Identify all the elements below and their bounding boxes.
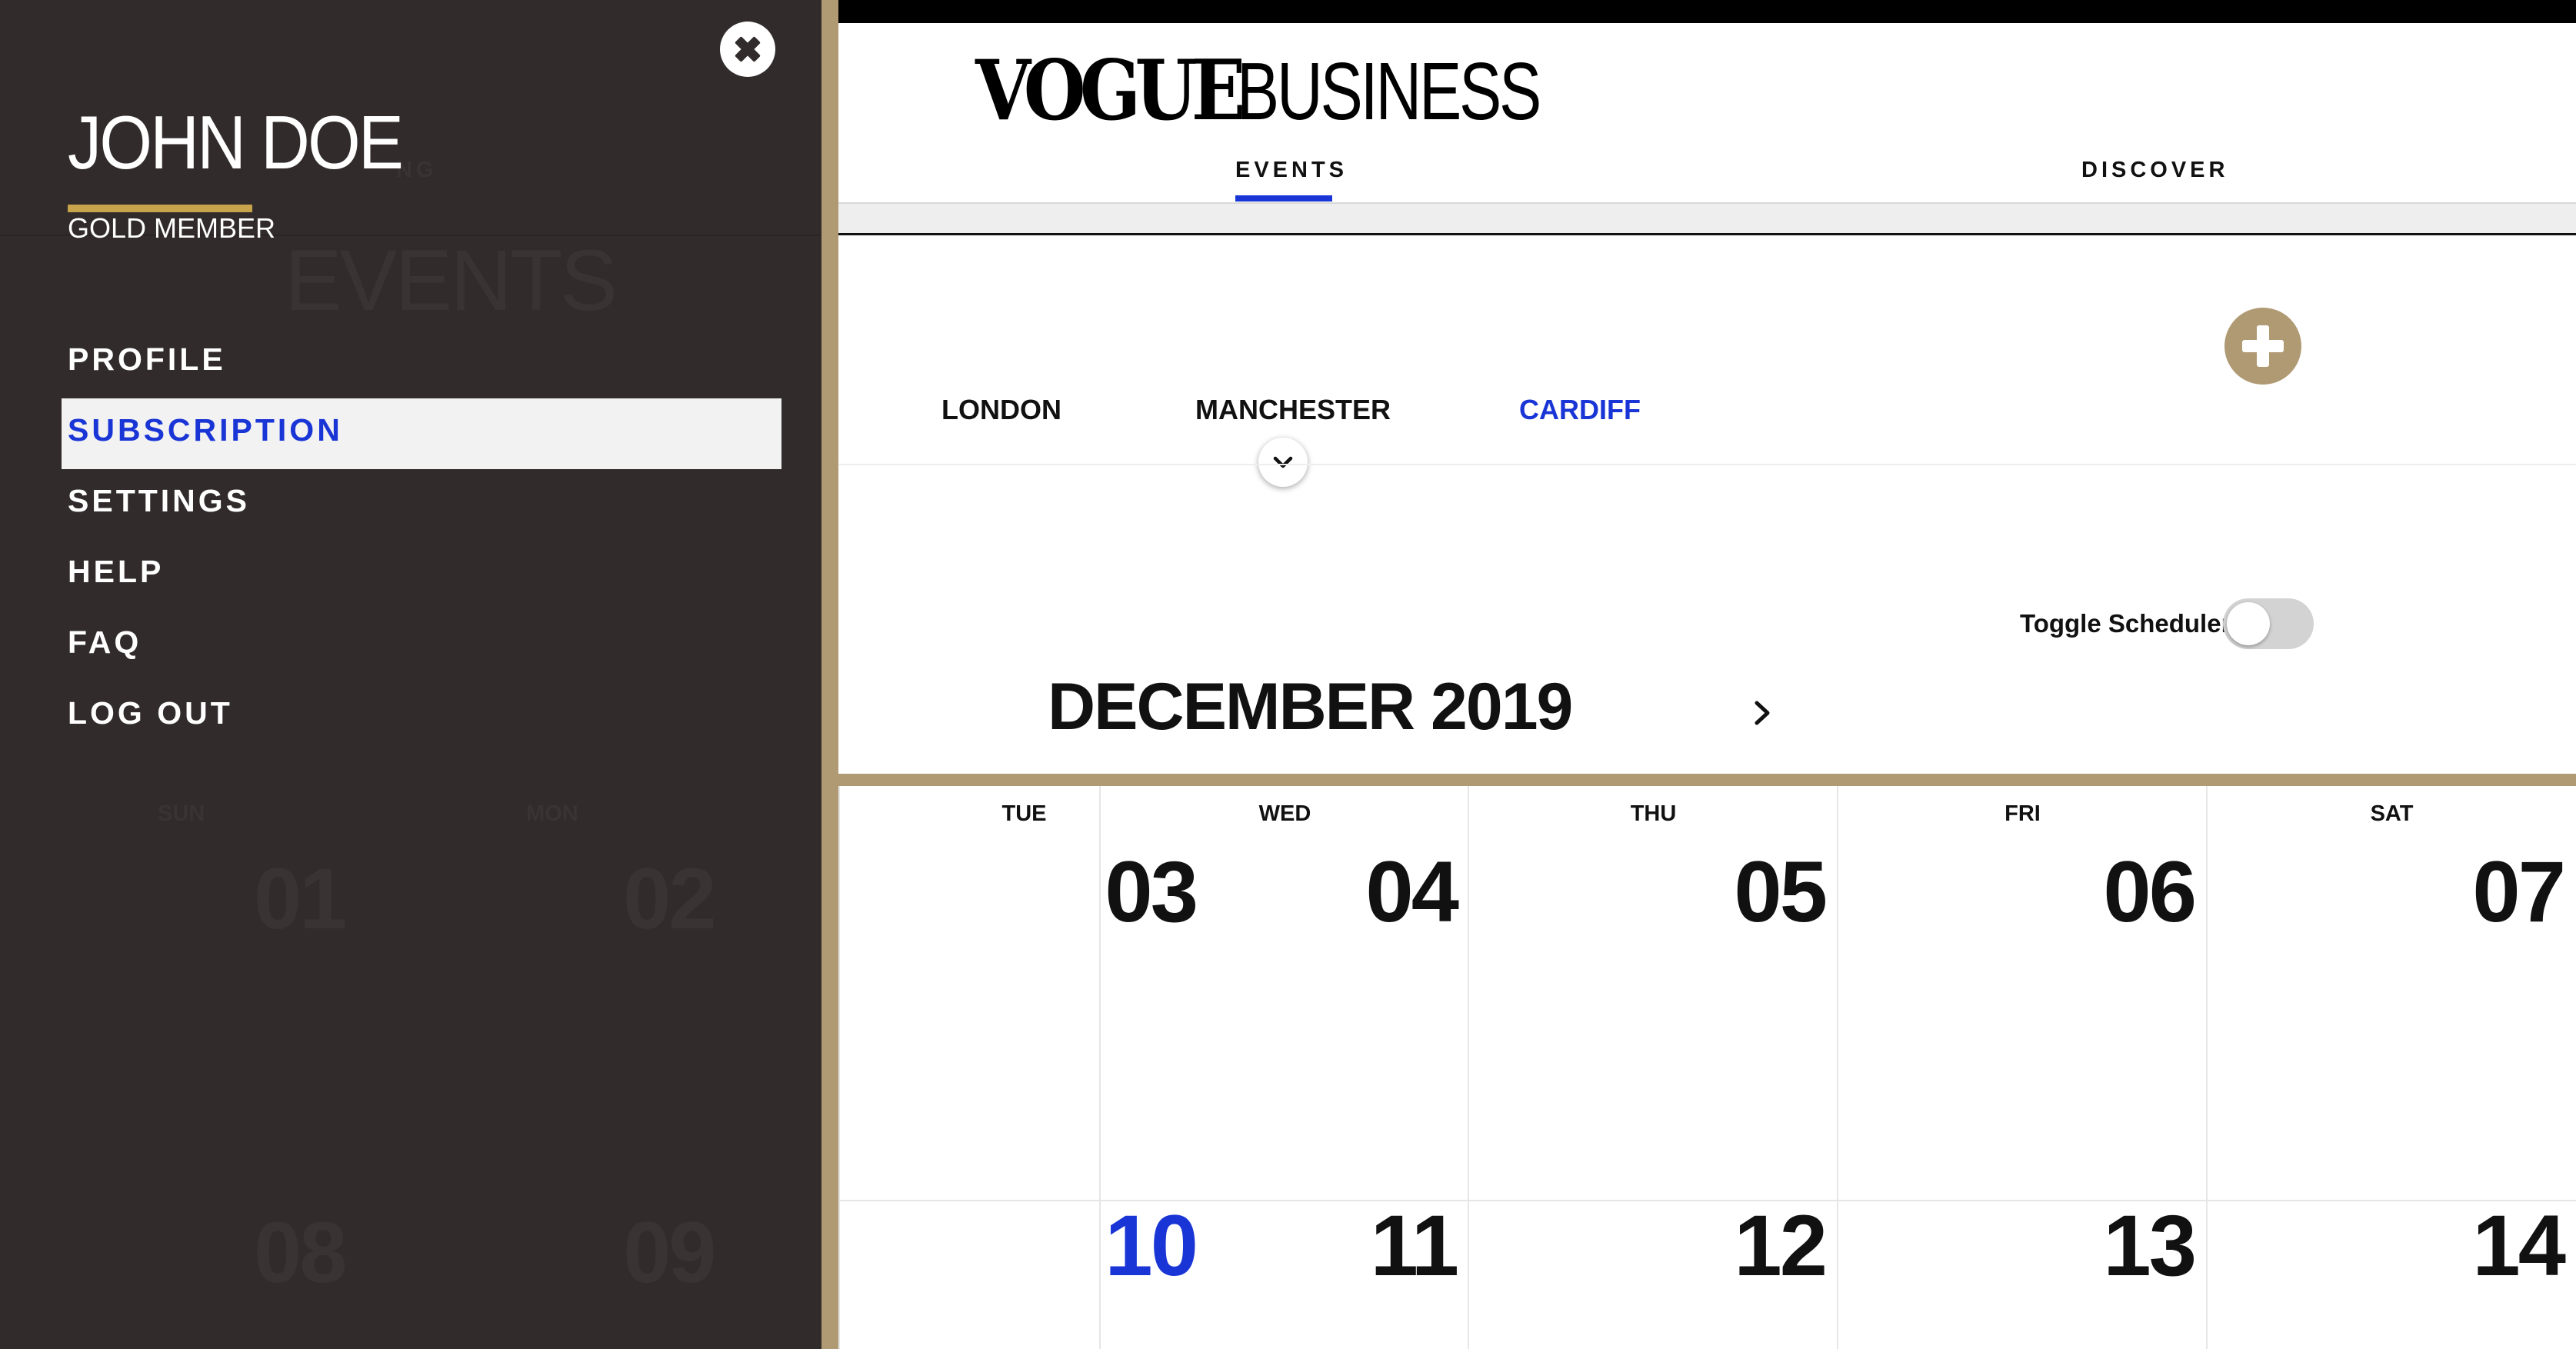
add-event-button[interactable]: [2224, 308, 2301, 385]
day-number[interactable]: 07: [2472, 849, 2566, 935]
subnav-strip: [838, 204, 2576, 235]
day-name: SAT: [2370, 801, 2414, 826]
menu-item-help[interactable]: HELP: [68, 554, 164, 590]
overlay-gold-edge: [821, 0, 838, 1349]
main-nav: EVENTS DISCOVER: [838, 158, 2576, 202]
close-menu-button[interactable]: [720, 22, 775, 77]
day-name: FRI: [2004, 801, 2041, 826]
toggle-knob: [2227, 602, 2270, 645]
menu-item-subscription[interactable]: SUBSCRIPTION: [68, 412, 343, 448]
ghost-tab: NG: [396, 158, 438, 182]
ghost-day-name: MON: [526, 801, 578, 826]
month-title: DECEMBER 2019: [1048, 670, 1573, 744]
day-column-sat: SAT 07 14: [2206, 786, 2576, 1349]
day-name: THU: [1630, 801, 1677, 826]
toggle-scheduler-label: Toggle Scheduler: [2020, 609, 2231, 638]
ghost-day-name: SUN: [158, 801, 205, 826]
brand-logo-business: BUSINESS: [1237, 46, 1541, 137]
city-tab-manchester[interactable]: MANCHESTER: [1195, 394, 1391, 426]
day-number[interactable]: 11: [1371, 1203, 1459, 1289]
day-column-thu: THU 05 12: [1468, 786, 1838, 1349]
day-column-wed: WED 04 11: [1099, 786, 1469, 1349]
city-tab-london[interactable]: LONDON: [941, 394, 1061, 426]
ghost-events-title: EVENTS: [285, 232, 618, 328]
subnav-divider: [838, 233, 2576, 235]
day-name: WED: [1258, 801, 1311, 826]
chevron-right-icon: [1755, 701, 1770, 725]
ghost-day-number: 02: [623, 851, 717, 947]
ghost-day-number: 08: [254, 1204, 348, 1301]
tab-discover[interactable]: DISCOVER: [2081, 158, 2228, 183]
member-level-label: GOLD MEMBER: [68, 212, 276, 244]
brand-logo-vogue: VOGUE: [975, 42, 1245, 139]
day-number[interactable]: 06: [2103, 849, 2197, 935]
city-dropdown-button[interactable]: [1258, 438, 1308, 487]
member-level-bar: [68, 205, 252, 212]
day-number[interactable]: 04: [1365, 849, 1459, 935]
active-tab-indicator: [1235, 195, 1332, 202]
city-divider: [838, 464, 2576, 465]
ghost-day-number: 09: [623, 1204, 717, 1301]
menu-item-settings[interactable]: SETTINGS: [68, 483, 250, 519]
tab-events[interactable]: EVENTS: [1235, 158, 1348, 183]
ghost-day-number: 01: [254, 851, 348, 947]
side-menu-overlay: NG EVENTS SUN MON 01 02 08 09 JOHN DOE G…: [0, 0, 821, 1349]
day-number[interactable]: 05: [1734, 849, 1828, 935]
day-number[interactable]: 13: [2103, 1203, 2197, 1289]
day-column-fri: FRI 06 13: [1837, 786, 2207, 1349]
chevron-down-icon: [1273, 456, 1293, 468]
city-tab-cardiff[interactable]: CARDIFF: [1519, 394, 1641, 426]
menu-item-log-out[interactable]: LOG OUT: [68, 695, 233, 731]
user-name: JOHN DOE: [68, 100, 404, 185]
toggle-scheduler-switch[interactable]: [2223, 598, 2314, 649]
next-month-button[interactable]: [1748, 692, 1778, 734]
menu-item-faq[interactable]: FAQ: [68, 625, 142, 661]
menu-item-profile[interactable]: PROFILE: [68, 341, 226, 378]
calendar-top-rule: [838, 774, 2576, 786]
week-divider: [838, 1200, 2576, 1201]
day-number[interactable]: 14: [2472, 1203, 2566, 1289]
day-number[interactable]: 12: [1734, 1203, 1828, 1289]
brand-logo[interactable]: VOGUE BUSINESS: [975, 48, 1625, 132]
